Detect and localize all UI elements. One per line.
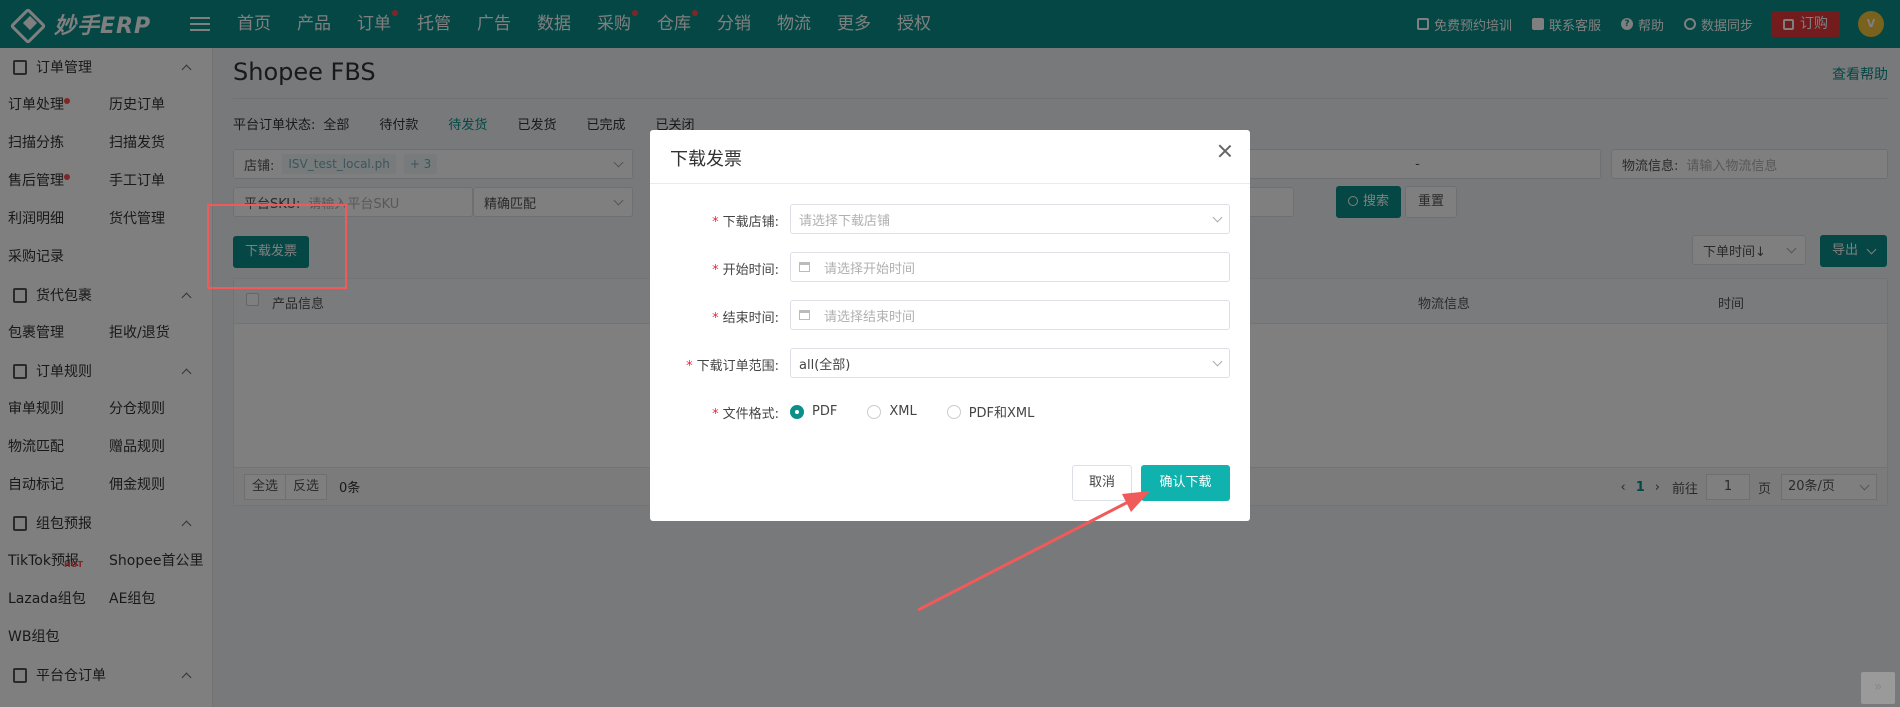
shop-field-label: * 下载店铺: <box>712 211 779 230</box>
radio-unchecked-icon <box>946 404 961 419</box>
range-value: all(全部) <box>799 357 851 373</box>
calendar-icon <box>799 262 810 272</box>
label-text: 开始时间: <box>722 263 779 278</box>
required-mark: * <box>686 359 693 374</box>
expand-panel-icon[interactable]: » <box>1861 672 1895 704</box>
radio-unchecked-icon <box>867 404 882 419</box>
start-placeholder: 请选择开始时间 <box>824 261 916 277</box>
required-mark: * <box>712 263 719 278</box>
range-field-label: * 下载订单范围: <box>686 355 779 374</box>
required-mark: * <box>712 215 719 230</box>
end-time-picker[interactable]: 请选择结束时间 <box>790 300 1230 330</box>
calendar-icon <box>799 310 810 320</box>
annotation-highlight-box <box>207 204 347 289</box>
dialog-header: 下载发票 <box>650 130 1250 184</box>
label-text: 结束时间: <box>722 311 779 326</box>
start-time-picker[interactable]: 请选择开始时间 <box>790 252 1230 282</box>
download-invoice-dialog: 下载发票 * 下载店铺: 请选择下载店铺 * 开始时间: 请选择开始时间 * 结束时间… <box>650 130 1250 521</box>
format-field-label: * 文件格式: <box>712 403 779 422</box>
form-row-shop: * 下载店铺: 请选择下载店铺 <box>650 204 1250 234</box>
start-field-label: * 开始时间: <box>712 259 779 278</box>
option-label: PDF <box>812 404 838 419</box>
cancel-button[interactable]: 取消 <box>1072 465 1132 501</box>
chevron-down-icon <box>1212 356 1223 366</box>
form-row-format: * 文件格式: PDF XML PDF和XML <box>650 396 1250 426</box>
shop-placeholder: 请选择下载店铺 <box>799 213 891 229</box>
option-label: XML <box>889 404 917 419</box>
label-text: 下载店铺: <box>722 215 779 230</box>
form-row-start: * 开始时间: 请选择开始时间 <box>650 252 1250 282</box>
confirm-download-button[interactable]: 确认下载 <box>1141 465 1230 501</box>
label-text: 下载订单范围: <box>696 359 779 374</box>
chevron-down-icon <box>1212 212 1223 222</box>
order-range-select[interactable]: all(全部) <box>790 348 1230 378</box>
radio-checked-icon <box>790 404 804 419</box>
form-row-range: * 下载订单范围: all(全部) <box>650 348 1250 378</box>
close-icon[interactable] <box>1218 144 1232 158</box>
format-option-pdf-xml[interactable]: PDF和XML <box>946 402 1035 421</box>
required-mark: * <box>712 311 719 326</box>
form-row-end: * 结束时间: 请选择结束时间 <box>650 300 1250 330</box>
end-placeholder: 请选择结束时间 <box>824 309 916 325</box>
download-shop-select[interactable]: 请选择下载店铺 <box>790 204 1230 234</box>
option-label: PDF和XML <box>968 406 1035 421</box>
format-option-pdf[interactable]: PDF <box>790 404 837 419</box>
label-text: 文件格式: <box>722 407 779 422</box>
format-option-xml[interactable]: XML <box>867 404 917 419</box>
dialog-title: 下载发票 <box>670 149 742 170</box>
end-field-label: * 结束时间: <box>712 307 779 326</box>
required-mark: * <box>712 407 719 422</box>
file-format-radio-group: PDF XML PDF和XML <box>790 402 1064 421</box>
